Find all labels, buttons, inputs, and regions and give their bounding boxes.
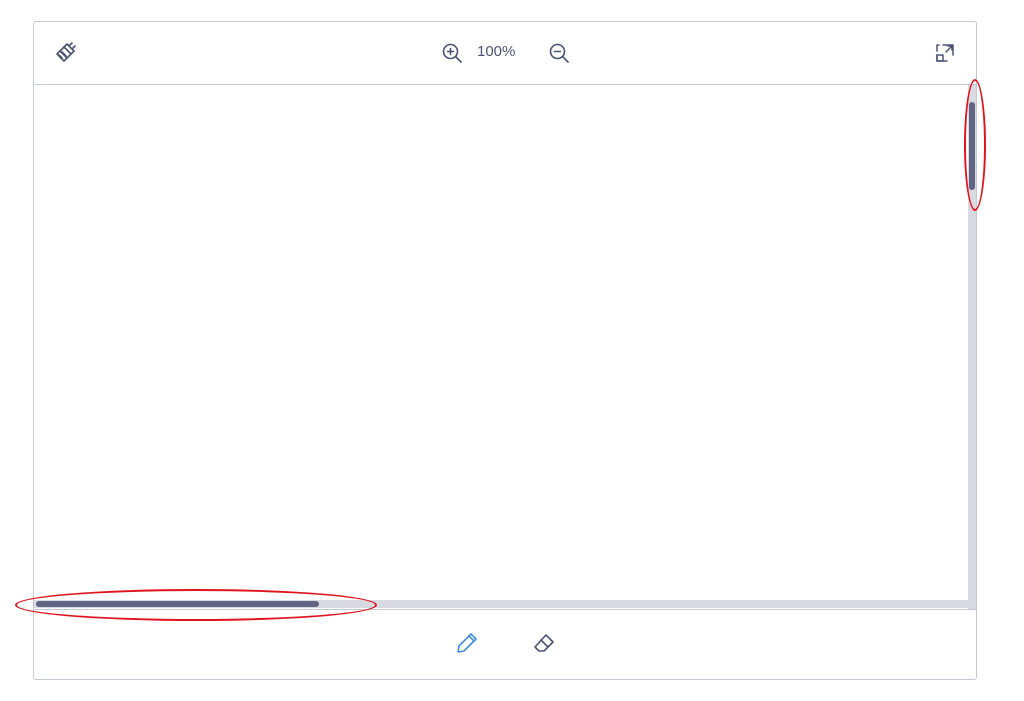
zoom-out-button[interactable] <box>544 38 574 68</box>
pencil-tool-button[interactable] <box>452 628 482 658</box>
bottom-toolbar <box>34 609 976 680</box>
eraser-tool-button[interactable] <box>529 628 559 658</box>
zoom-in-button[interactable] <box>437 38 467 68</box>
brush-icon <box>56 42 76 62</box>
zoom-level-label: 100% <box>477 43 516 60</box>
zoom-out-icon <box>549 43 569 63</box>
expand-icon <box>936 44 954 62</box>
zoom-in-icon <box>442 43 462 63</box>
clear-canvas-button[interactable] <box>50 38 80 68</box>
eraser-icon <box>534 634 554 652</box>
fullscreen-button[interactable] <box>930 38 960 68</box>
horizontal-scrollbar-thumb[interactable] <box>36 601 319 607</box>
pencil-icon <box>457 633 477 653</box>
drawing-canvas[interactable] <box>34 85 976 609</box>
drawing-panel: 100% <box>33 21 977 680</box>
vertical-scrollbar-thumb[interactable] <box>969 102 975 190</box>
